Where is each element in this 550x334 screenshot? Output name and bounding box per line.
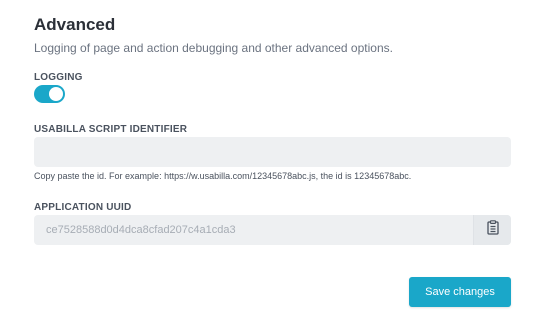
logging-label: LOGGING [34,72,83,83]
logging-toggle[interactable] [34,85,65,103]
application-uuid-value: ce7528588d0d4dca8cfad207c4a1cda3 [46,224,236,236]
save-changes-button[interactable]: Save changes [409,277,511,307]
copy-uuid-button[interactable] [473,215,511,245]
script-identifier-label: USABILLA SCRIPT IDENTIFIER [34,124,188,135]
section-title: Advanced [34,15,116,34]
application-uuid-label: APPLICATION UUID [34,202,132,213]
section-subtitle: Logging of page and action debugging and… [34,41,393,55]
clipboard-icon [486,220,499,240]
toggle-knob [49,87,63,101]
script-identifier-input[interactable] [34,137,511,167]
advanced-settings-panel: Advanced Logging of page and action debu… [34,14,511,307]
script-identifier-helper: Copy paste the id. For example: https://… [34,171,412,181]
application-uuid-field[interactable]: ce7528588d0d4dca8cfad207c4a1cda3 [34,215,511,245]
